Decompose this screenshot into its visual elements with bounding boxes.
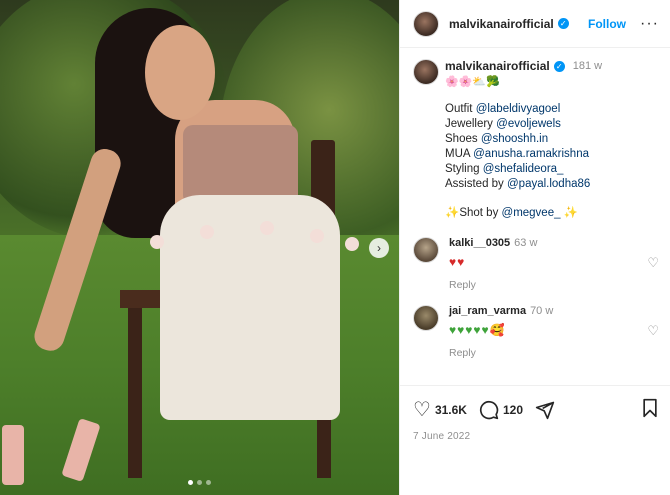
avatar[interactable] bbox=[413, 10, 439, 37]
heels bbox=[0, 418, 110, 495]
heart-icon[interactable]: ♡ bbox=[647, 255, 659, 271]
caption-time: 181 w bbox=[572, 60, 603, 72]
more-options-icon[interactable]: ··· bbox=[640, 15, 659, 32]
mention-link[interactable]: @payal.lodha86 bbox=[507, 178, 590, 190]
commenter-username[interactable]: jai_ram_varma bbox=[449, 305, 526, 317]
post-panel: malvikanairofficial ✓ Follow ··· malvika… bbox=[399, 0, 670, 495]
comment-count: 120 bbox=[502, 402, 523, 417]
follow-button[interactable]: Follow bbox=[588, 17, 626, 31]
comment-time: 70 w bbox=[530, 305, 554, 317]
heart-icon[interactable]: ♡ bbox=[647, 323, 659, 339]
carousel-next-button[interactable]: › bbox=[369, 238, 389, 258]
mention-link[interactable]: @megvee_ bbox=[502, 207, 561, 219]
comment-button[interactable]: 120 bbox=[479, 400, 523, 420]
mention-link[interactable]: @labeldivyagoel bbox=[476, 103, 561, 115]
mention-link[interactable]: @shefalideora_ bbox=[483, 163, 564, 175]
post-date: 7 June 2022 bbox=[413, 431, 471, 442]
save-button[interactable] bbox=[641, 398, 659, 421]
caption: malvikanairofficial ✓ 181 w 🌸🌸⛅🥦 Outfit … bbox=[413, 59, 659, 221]
reply-button[interactable]: Reply bbox=[449, 347, 659, 359]
caption-text: Outfit @labeldivyagoel Jewellery @evolje… bbox=[445, 103, 591, 219]
reply-button[interactable]: Reply bbox=[449, 279, 659, 291]
caption-avatar[interactable] bbox=[413, 59, 439, 85]
post-photo[interactable]: › bbox=[0, 0, 399, 495]
heart-icon: ♡ bbox=[413, 398, 431, 421]
commenter-avatar[interactable] bbox=[413, 237, 439, 263]
mention-link[interactable]: @evoljewels bbox=[496, 118, 561, 130]
commenter-username[interactable]: kalki__0305 bbox=[449, 237, 510, 249]
like-count: 31.6K bbox=[434, 402, 467, 417]
like-button[interactable]: ♡ 31.6K bbox=[413, 400, 467, 420]
flowers bbox=[140, 215, 370, 255]
mention-link[interactable]: @anusha.ramakrishna bbox=[473, 148, 589, 160]
comment-icon bbox=[479, 400, 499, 419]
verified-badge-icon: ✓ bbox=[557, 18, 569, 29]
commenter-avatar[interactable] bbox=[413, 305, 439, 331]
carousel-dots bbox=[188, 480, 211, 485]
comments-section[interactable]: malvikanairofficial ✓ 181 w 🌸🌸⛅🥦 Outfit … bbox=[400, 49, 670, 384]
post-username[interactable]: malvikanairofficial bbox=[449, 17, 554, 31]
mention-link[interactable]: @shooshh.in bbox=[481, 133, 548, 145]
comment-item: kalki__0305 63 w ♥♥ Reply ♡ bbox=[413, 237, 659, 291]
comment-text: ♥♥ bbox=[449, 255, 466, 269]
comment-item: jai_ram_varma 70 w ♥♥♥♥♥🥰 Reply ♡ bbox=[413, 305, 659, 359]
caption-username[interactable]: malvikanairofficial bbox=[445, 59, 550, 73]
caption-emoji: 🌸🌸⛅🥦 bbox=[445, 76, 500, 88]
comment-text: ♥♥♥♥♥🥰 bbox=[449, 323, 506, 337]
actions-bar: ♡ 31.6K 120 7 June 2022 bbox=[400, 385, 670, 495]
bookmark-icon bbox=[643, 398, 657, 418]
share-button[interactable] bbox=[535, 400, 555, 420]
comment-time: 63 w bbox=[514, 237, 538, 249]
share-icon bbox=[535, 401, 555, 419]
verified-badge-icon: ✓ bbox=[553, 60, 565, 72]
post-header: malvikanairofficial ✓ Follow ··· bbox=[400, 0, 670, 48]
